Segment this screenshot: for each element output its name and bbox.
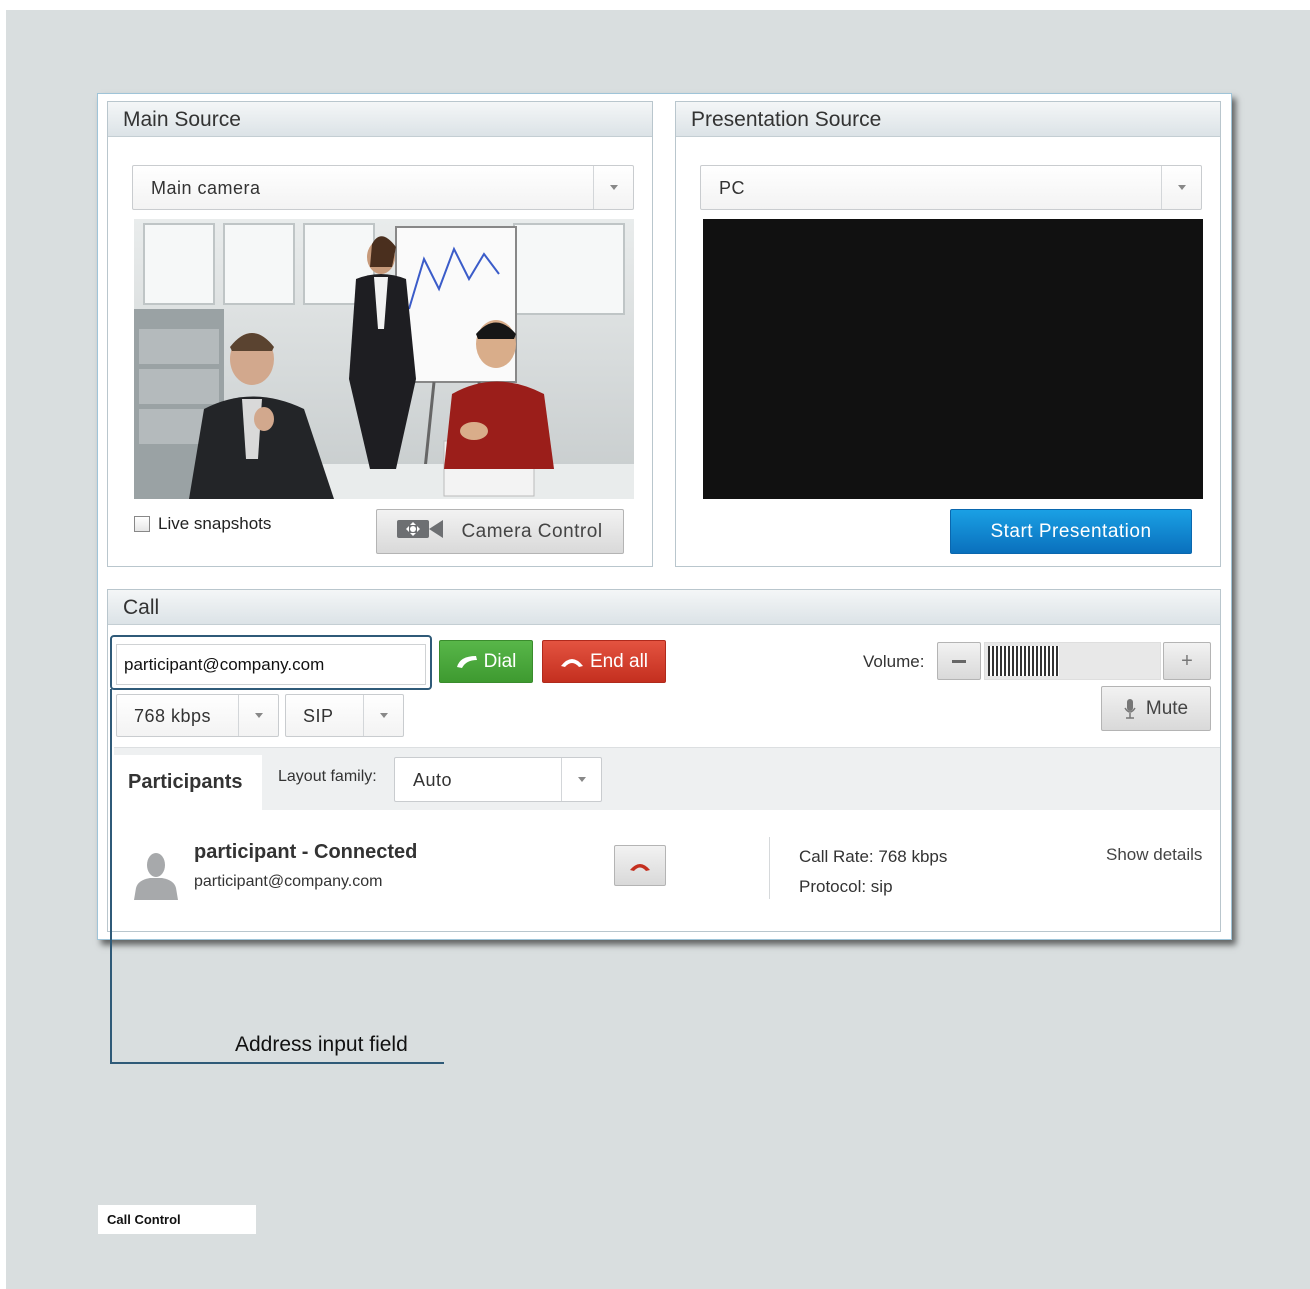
tab-participants[interactable]: Participants <box>114 755 262 811</box>
callout-vertical-line <box>110 689 112 1064</box>
chevron-down-icon <box>561 758 601 801</box>
mute-label: Mute <box>1145 697 1189 719</box>
dial-button[interactable]: Dial <box>439 640 533 683</box>
end-all-button[interactable]: End all <box>542 640 666 683</box>
start-presentation-label: Start Presentation <box>990 520 1152 542</box>
participant-address: participant@company.com <box>194 873 383 890</box>
end-all-label: End all <box>589 650 649 672</box>
main-camera-select[interactable]: Main camera <box>132 165 634 210</box>
participant-call-rate: Call Rate: 768 kbps <box>799 847 948 866</box>
live-snapshots-label: Live snapshots <box>158 514 272 533</box>
callout-label: Address input field <box>235 1033 408 1056</box>
callout-horizontal-line <box>110 1062 444 1064</box>
participant-row: participant - Connected participant@comp… <box>114 810 1220 928</box>
presentation-preview <box>703 219 1203 499</box>
camera-control-button[interactable]: Camera Control <box>376 509 624 554</box>
protocol-value: SIP <box>303 706 334 726</box>
chevron-down-icon <box>593 166 633 209</box>
main-source-panel: Main Source Main camera Live snapshots C… <box>107 101 653 567</box>
volume-down-button[interactable] <box>937 642 981 680</box>
presentation-source-select-value: PC <box>719 178 746 198</box>
volume-level-bars <box>988 646 1059 676</box>
mute-button[interactable]: Mute <box>1101 686 1211 731</box>
participant-name: participant - Connected <box>194 841 418 863</box>
tab-participants-label: Participants <box>128 771 243 793</box>
presentation-source-panel: Presentation Source PC Start Presentatio… <box>675 101 1221 567</box>
disconnect-participant-button[interactable] <box>614 845 666 886</box>
minus-icon <box>952 659 966 663</box>
chevron-down-icon <box>1161 166 1201 209</box>
call-rate-select[interactable]: 768 kbps <box>116 694 279 737</box>
hang-up-icon <box>560 656 584 668</box>
presentation-source-select[interactable]: PC <box>700 165 1202 210</box>
volume-up-button[interactable]: + <box>1163 642 1211 680</box>
chevron-down-icon <box>238 695 278 736</box>
layout-family-select[interactable]: Auto <box>394 757 602 802</box>
call-rate-value: 768 kbps <box>134 706 212 726</box>
camera-control-label: Camera Control <box>461 520 603 542</box>
camera-control-icon <box>397 518 444 546</box>
protocol-select[interactable]: SIP <box>285 694 404 737</box>
main-camera-preview <box>134 219 634 499</box>
address-callout-box <box>110 635 432 690</box>
user-avatar-icon <box>134 852 178 905</box>
participants-toolbar: Participants Layout family: Auto <box>114 747 1220 811</box>
layout-family-label: Layout family: <box>278 768 377 785</box>
video-conference-window: Main Source Main camera Live snapshots C… <box>97 93 1232 940</box>
main-camera-select-value: Main camera <box>151 178 261 198</box>
conference-room-image <box>134 219 634 499</box>
dial-label: Dial <box>483 650 517 672</box>
participant-protocol: Protocol: sip <box>799 877 893 896</box>
participant-divider <box>769 837 770 899</box>
presentation-source-title: Presentation Source <box>676 102 1220 137</box>
checkbox-icon[interactable] <box>134 516 150 532</box>
volume-slider[interactable] <box>984 642 1161 680</box>
layout-family-value: Auto <box>413 770 453 790</box>
start-presentation-button[interactable]: Start Presentation <box>950 509 1192 554</box>
hang-up-icon <box>629 861 651 871</box>
volume-label: Volume: <box>863 652 925 671</box>
footer-section-label: Call Control <box>98 1205 256 1234</box>
chevron-down-icon <box>363 695 403 736</box>
microphone-icon <box>1124 698 1136 719</box>
plus-icon: + <box>1181 649 1193 672</box>
show-details-link[interactable]: Show details <box>1106 845 1202 865</box>
phone-icon <box>456 655 478 669</box>
main-source-title: Main Source <box>108 102 652 137</box>
live-snapshots-checkbox[interactable]: Live snapshots <box>134 514 271 534</box>
call-title: Call <box>108 590 1220 625</box>
